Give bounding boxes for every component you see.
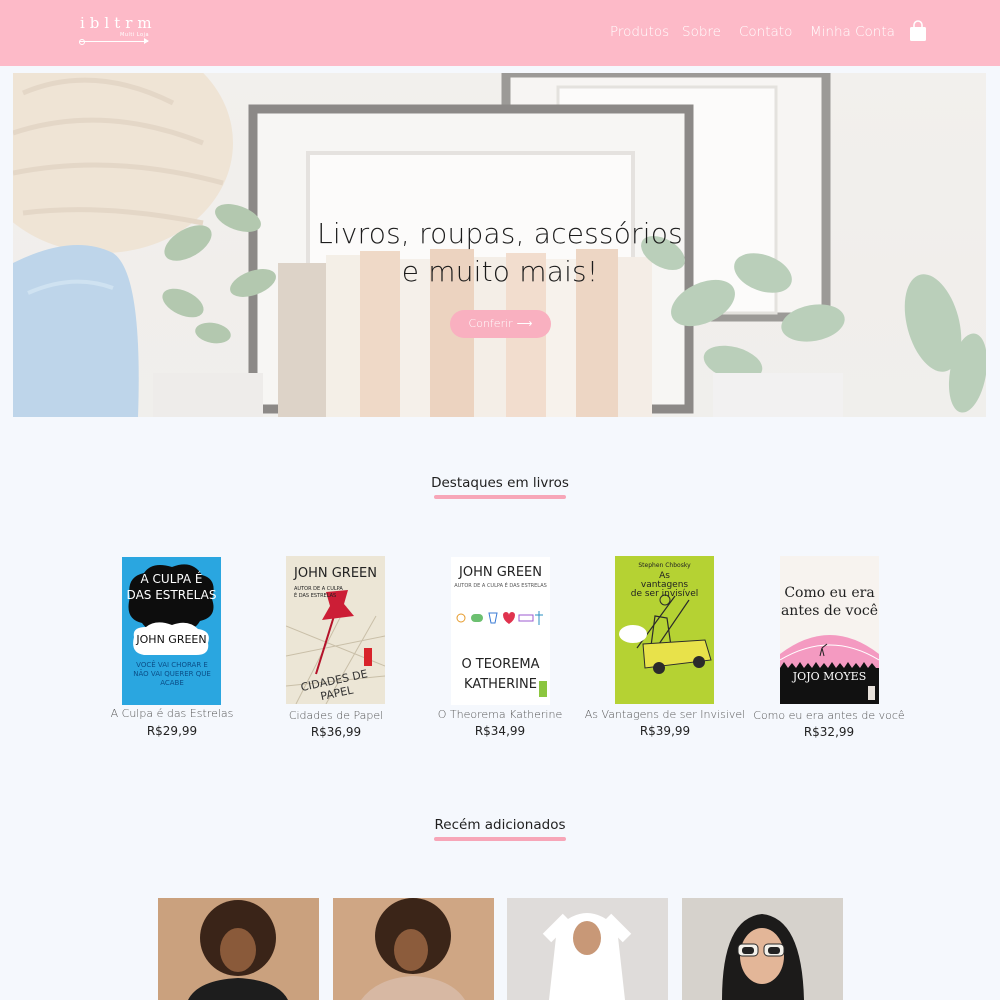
book-price: R$29,99 [146,724,198,738]
publisher-logo-icon [539,681,547,697]
hero-banner: Livros, roupas, acessórios e muito mais!… [13,73,986,417]
book-price: R$32,99 [803,725,855,739]
cover-author: JOHN GREEN [459,565,542,580]
cover-title-line-1: A CULPA É [140,572,203,586]
cover-subtitle: AUTOR DE A CULPA É DAS ESTRELAS [454,583,547,589]
featured-section-title: Destaques em livros [431,475,569,491]
cover-title-line-2: KATHERINE [464,677,537,692]
book-cover[interactable]: Como eu era antes de você JOJO MOYES [780,556,879,704]
cover-title-line-2: DAS ESTRELAS [126,588,217,602]
hero-title-line-1: Livros, roupas, acessórios [317,217,683,250]
nav-link-produtos[interactable]: Produtos [610,24,669,40]
book-cover[interactable]: Stephen Chbosky As vantagens de ser invi… [615,556,714,704]
model-photo-3 [542,913,632,1000]
product-photo[interactable] [158,898,319,1000]
model-photo-1 [188,900,288,1000]
book-price: R$36,99 [310,725,362,739]
model-photo-4 [722,914,804,1000]
logo-name: ibltrm [80,14,157,32]
site-header: ibltrm Multi Loja Produtos Sobre Contato… [0,0,1000,66]
book-title[interactable]: Como eu era antes de você [739,709,919,722]
product-photo[interactable] [333,898,494,1000]
cover-author: JOHN GREEN [294,566,377,581]
cover-title-line-2: antes de você [780,603,879,619]
hero-title: Livros, roupas, acessórios e muito mais! [300,215,700,291]
cover-author: Stephen Chbosky [638,562,691,569]
book-price: R$34,99 [474,724,526,738]
nav-link-minha-conta[interactable]: Minha Conta [810,24,895,40]
book-title[interactable]: As Vantagens de ser Invisivel [575,708,755,721]
book-title[interactable]: A Culpa é das Estrelas [82,707,262,720]
hero-cta-button[interactable]: Conferir ⟶ [450,310,551,338]
cover-author: JOJO MOYES [792,670,867,683]
book-cover[interactable]: A CULPA É DAS ESTRELAS JOHN GREEN VOCÊ V… [122,557,221,705]
cover-title-line-1: Como eu era [784,585,875,601]
recent-title-underline [434,837,566,841]
cover-author: JOHN GREEN [136,633,207,646]
book-title[interactable]: O Theorema Katherine [410,708,590,721]
recent-section-title: Recém adicionados [434,817,566,833]
product-photo[interactable] [682,898,843,1000]
product-photo[interactable] [507,898,668,1000]
nav-link-contato[interactable]: Contato [739,24,792,40]
arrow-right-icon: ⟶ [516,317,533,330]
cover-quote: VOCÊ VAI CHORAR E NÃO VAI QUERER QUE ACA… [133,661,211,687]
book-price: R$39,99 [639,724,691,738]
hero-title-line-2: e muito mais! [401,255,599,288]
book-cover[interactable]: JOHN GREEN AUTOR DE A CULPA É DAS ESTREL… [451,557,550,705]
book-cover[interactable]: JOHN GREEN AUTOR DE A CULPA É DAS ESTREL… [286,556,385,704]
cover-subtitle: AUTOR DE A CULPA É DAS ESTRELAS [294,586,343,599]
book-title[interactable]: Cidades de Papel [246,709,426,722]
model-photo-2 [361,898,465,1000]
logo-arrow-ornament [79,38,149,45]
nav-link-sobre[interactable]: Sobre [682,24,721,40]
cover-title-line-1: O TEOREMA [461,657,540,672]
featured-title-underline [434,495,566,499]
hero-cta-label: Conferir [468,317,513,330]
shopping-bag-icon[interactable] [909,20,927,42]
cover-title-line-3: de ser invisível [630,589,699,599]
doodle-icons-row [456,611,543,625]
site-logo[interactable]: ibltrm Multi Loja [79,14,157,48]
